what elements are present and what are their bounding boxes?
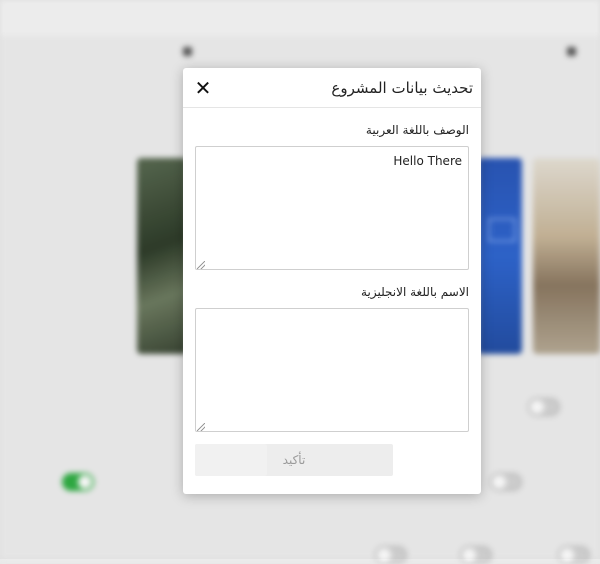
english-name-input[interactable] bbox=[195, 308, 469, 432]
arabic-description-label: الوصف باللغة العربية bbox=[365, 123, 469, 137]
english-name-label: الاسم باللغة الانجليزية bbox=[361, 285, 469, 299]
update-project-modal: تحديث بيانات المشروع ✕ الوصف باللغة العر… bbox=[183, 68, 481, 494]
modal-header: تحديث بيانات المشروع ✕ bbox=[183, 68, 481, 108]
modal-title: تحديث بيانات المشروع bbox=[331, 78, 473, 97]
arabic-description-input[interactable] bbox=[195, 146, 469, 270]
resize-grip-icon[interactable] bbox=[197, 423, 205, 431]
secondary-button[interactable] bbox=[195, 444, 267, 476]
resize-grip-icon[interactable] bbox=[197, 261, 205, 269]
close-icon[interactable]: ✕ bbox=[191, 76, 215, 100]
